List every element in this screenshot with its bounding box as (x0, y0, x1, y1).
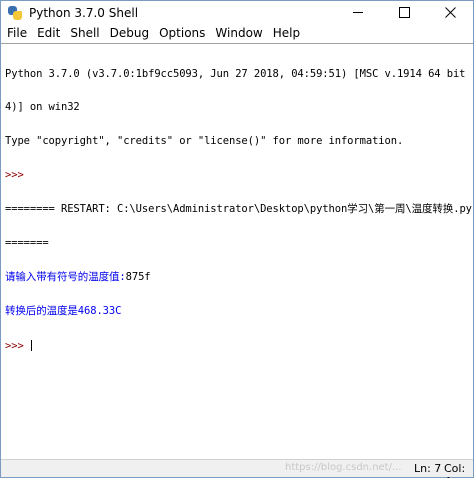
input-label: 请输入带有符号的温度值: (5, 270, 126, 283)
menu-edit[interactable]: Edit (32, 24, 65, 43)
output-line: 转换后的温度是468.33C (5, 304, 122, 317)
banner-line: Python 3.7.0 (v3.7.0:1bf9cc5093, Jun 27 … (5, 67, 473, 80)
shell-prompt: >>> (5, 339, 30, 352)
banner-line: Type "copyright", "credits" or "license(… (5, 135, 404, 148)
status-bar: https://blog.csdn.net/... Ln: 7 Col: 4 (1, 459, 473, 478)
title-bar[interactable]: Python 3.7.0 Shell (1, 1, 473, 24)
menu-debug[interactable]: Debug (105, 24, 154, 43)
active-prompt-line[interactable]: >>> (5, 339, 473, 352)
menu-options[interactable]: Options (154, 24, 210, 43)
close-button[interactable] (427, 1, 473, 24)
restart-line: ======= (5, 237, 49, 250)
python-logo-icon (7, 5, 23, 21)
banner-line: 4)] on win32 (5, 101, 80, 114)
window-title: Python 3.7.0 Shell (29, 5, 139, 20)
minimize-button[interactable] (335, 1, 381, 24)
shell-prompt: >>> (5, 169, 30, 182)
menu-window[interactable]: Window (210, 24, 267, 43)
minimize-icon (353, 12, 363, 13)
column-number-indicator: Col: 4 (444, 462, 466, 478)
maximize-button[interactable] (381, 1, 427, 24)
line-number-indicator: Ln: 7 (414, 462, 442, 475)
watermark-text: https://blog.csdn.net/... (285, 462, 402, 473)
input-value: 875f (125, 270, 151, 283)
menu-help[interactable]: Help (268, 24, 305, 43)
menu-file[interactable]: File (2, 24, 32, 43)
input-line: 请输入带有符号的温度值:875f (5, 270, 473, 283)
shell-text-area[interactable]: Python 3.7.0 (v3.7.0:1bf9cc5093, Jun 27 … (1, 43, 473, 460)
menu-shell[interactable]: Shell (65, 24, 104, 43)
restart-line: ======== RESTART: C:\Users\Administrator… (5, 203, 473, 216)
idle-shell-window: Python 3.7.0 Shell File Edit Shell Debug… (0, 0, 474, 478)
menu-bar: File Edit Shell Debug Options Window Hel… (1, 24, 473, 43)
maximize-icon (398, 7, 410, 18)
close-icon (444, 7, 456, 18)
text-cursor (30, 339, 32, 351)
